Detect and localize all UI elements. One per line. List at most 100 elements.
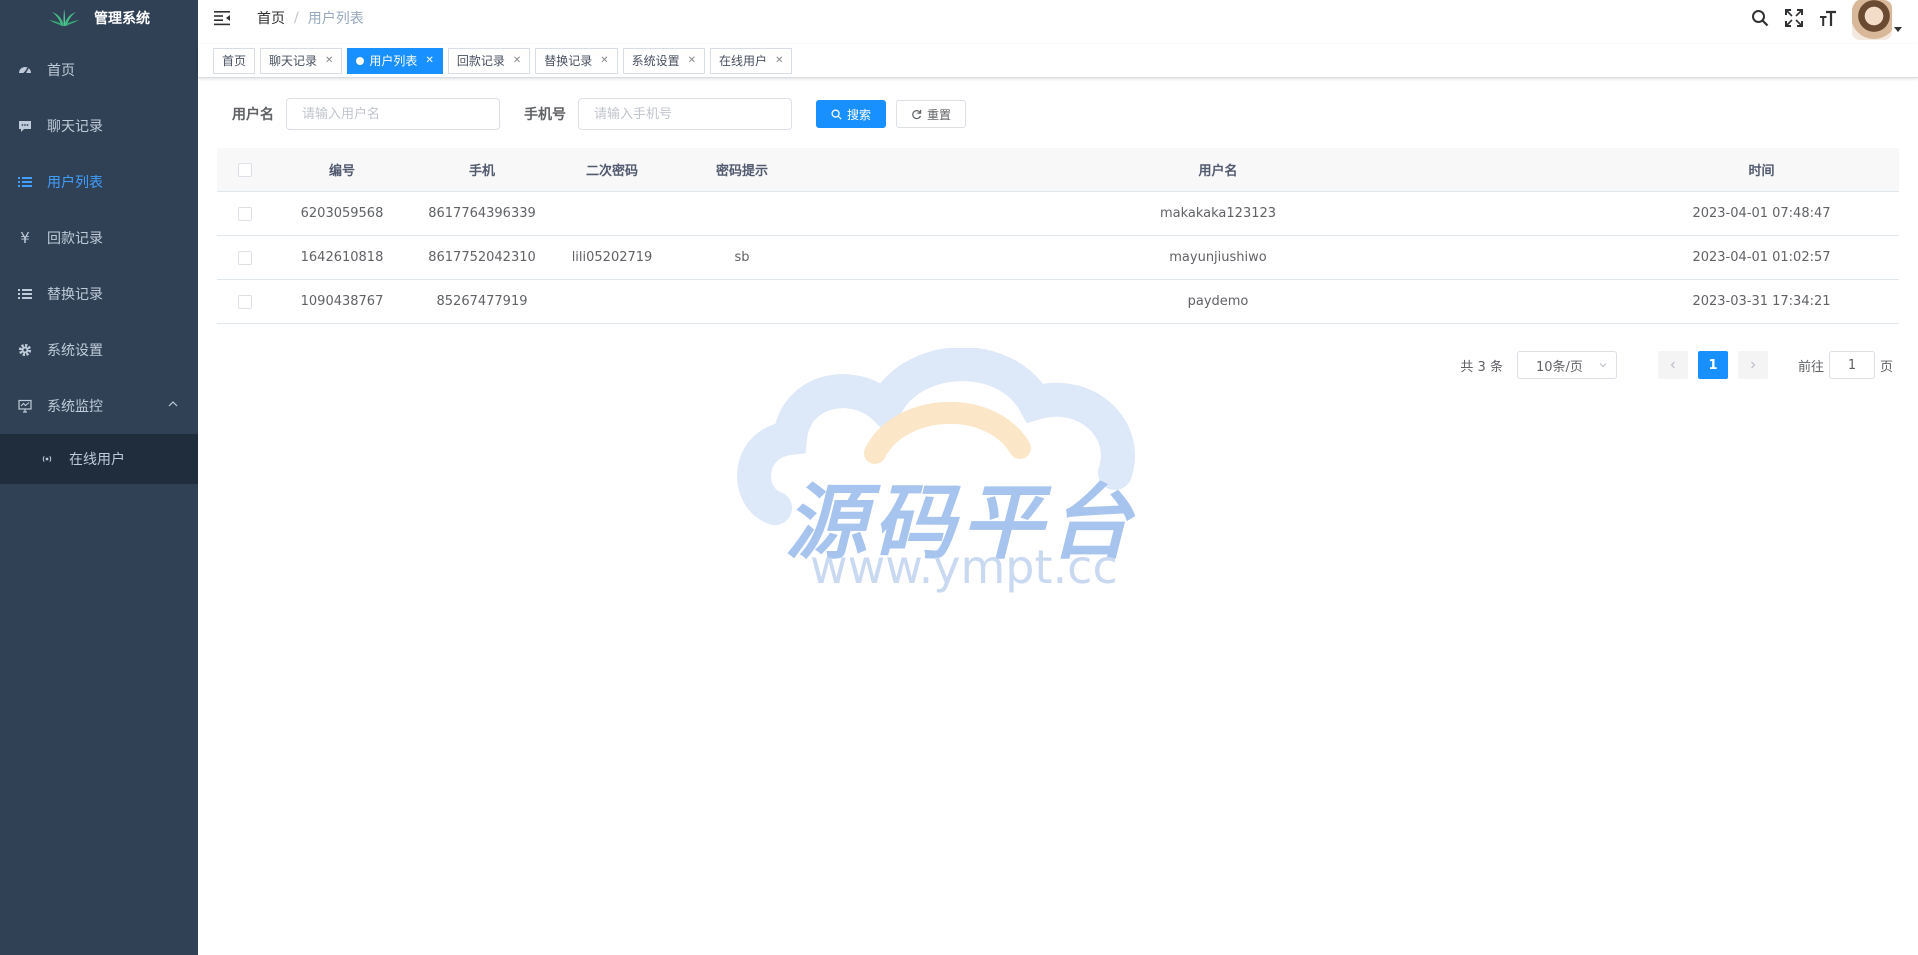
cloud-logo-icon: [737, 347, 1135, 525]
sidebar-item-replace-records[interactable]: 替换记录: [0, 266, 198, 322]
tag-chat-records[interactable]: 聊天记录 ✕: [260, 47, 343, 74]
cell-id: 6203059568: [300, 206, 384, 221]
search-icon[interactable]: [1750, 8, 1770, 28]
sidebar-item-label: 系统设置: [47, 343, 103, 359]
watermark-url: www.ympt.cc: [810, 540, 1118, 594]
row-checkbox-cell: [217, 250, 272, 265]
search-button[interactable]: 搜索: [816, 100, 887, 128]
refresh-icon: [912, 109, 922, 119]
goto-page-input[interactable]: [1828, 351, 1875, 379]
page-size-value: 10条/页: [1535, 359, 1583, 375]
sidebar-item-chat[interactable]: 聊天记录: [0, 98, 198, 154]
list-icon: [18, 287, 32, 301]
sidebar: 管理系统 首页 聊天记录 用户列表 ¥ 回款记录 替换记录 系统设置 系统监控 …: [0, 0, 198, 955]
cell-username: paydemo: [1187, 294, 1249, 309]
logo-icon: [49, 9, 79, 26]
table-row[interactable]: 1090438767 85267477919 paydemo 2023-03-3…: [217, 280, 1899, 324]
tag-payment-records[interactable]: 回款记录 ✕: [447, 47, 531, 74]
avatar[interactable]: [1852, 0, 1892, 40]
tag-label: 替换记录: [544, 53, 593, 68]
font-size-icon[interactable]: [1818, 8, 1838, 28]
list-icon: [18, 175, 32, 189]
user-table: 编号 手机 二次密码 密码提示 用户名 时间 6203059568 861776…: [217, 148, 1899, 324]
page-number-button[interactable]: 1: [1697, 351, 1728, 379]
column-header: 密码提示: [715, 164, 768, 179]
close-icon[interactable]: ✕: [425, 49, 433, 73]
pagination: 共 3 条 10条/页 1 前往 页: [1460, 351, 1893, 379]
tag-settings[interactable]: 系统设置 ✕: [622, 47, 706, 74]
tag-replace-records[interactable]: 替换记录 ✕: [535, 47, 618, 74]
tag-online-users[interactable]: 在线用户 ✕: [710, 47, 793, 74]
page-suffix: 页: [1879, 359, 1893, 375]
submenu-monitor: 在线用户: [0, 434, 198, 484]
username-input[interactable]: [286, 98, 500, 130]
cell-phone: 8617764396339: [428, 206, 536, 221]
table-header: 编号 手机 二次密码 密码提示 用户名 时间: [217, 148, 1899, 192]
sidebar-item-home[interactable]: 首页: [0, 42, 198, 98]
breadcrumb-home[interactable]: 首页: [257, 8, 285, 28]
logo-text: 管理系统: [94, 11, 150, 27]
cell-phone: 8617752042310: [428, 250, 536, 265]
phone-input[interactable]: [578, 98, 792, 130]
tag-label: 回款记录: [456, 53, 505, 68]
row-checkbox[interactable]: [237, 250, 252, 265]
breadcrumb: 首页 / 用户列表: [257, 8, 364, 28]
sidebar-item-label: 首页: [47, 63, 75, 79]
pagination-total: 共 3 条: [1460, 359, 1503, 375]
active-dot-icon: [356, 56, 365, 65]
row-checkbox[interactable]: [237, 206, 252, 221]
sidebar-item-label: 回款记录: [47, 231, 103, 247]
close-icon[interactable]: ✕: [775, 49, 783, 73]
watermark-title: 源码平台: [785, 476, 1137, 571]
fullscreen-icon[interactable]: [1784, 8, 1804, 28]
chevron-up-icon: [168, 401, 178, 407]
search-form: 用户名 手机号 搜索 重置: [232, 98, 967, 130]
close-icon[interactable]: ✕: [325, 49, 333, 73]
search-button-label: 搜索: [847, 107, 872, 122]
reset-button[interactable]: 重置: [896, 100, 967, 128]
cell-time: 2023-04-01 01:02:57: [1692, 250, 1831, 265]
goto-label: 前往: [1797, 359, 1824, 375]
page-size-select[interactable]: 10条/页: [1516, 351, 1617, 379]
row-checkbox[interactable]: [237, 294, 252, 309]
column-header: 手机: [468, 164, 495, 179]
sidebar-item-payment-records[interactable]: ¥ 回款记录: [0, 210, 198, 266]
logo[interactable]: 管理系统: [0, 0, 198, 36]
column-header: 二次密码: [585, 164, 638, 179]
tag-home[interactable]: 首页: [213, 47, 256, 74]
sidebar-item-monitor[interactable]: 系统监控: [0, 378, 198, 434]
sidebar-item-settings[interactable]: 系统设置: [0, 322, 198, 378]
tags-view: 首页 聊天记录 ✕ 用户列表 ✕ 回款记录 ✕ 替换记录 ✕ 系统设置 ✕ 在线…: [198, 44, 1918, 78]
watermark: 源码平台 www.ympt.cc: [735, 347, 1175, 598]
cell-username: makakaka123123: [1159, 206, 1277, 221]
right-menu: [1750, 0, 1918, 40]
sidebar-item-user-list[interactable]: 用户列表: [0, 154, 198, 210]
prev-page-button[interactable]: [1657, 351, 1688, 379]
row-checkbox-cell: [217, 294, 272, 309]
close-icon[interactable]: ✕: [600, 49, 608, 73]
tag-user-list[interactable]: 用户列表 ✕: [347, 47, 443, 74]
cell-id: 1090438767: [300, 294, 384, 309]
sidebar-item-label: 聊天记录: [47, 119, 103, 135]
close-icon[interactable]: ✕: [513, 49, 521, 73]
table-row[interactable]: 1642610818 8617752042310 lili05202719 sb…: [217, 236, 1899, 280]
chevron-right-icon: [1751, 361, 1756, 369]
table-row[interactable]: 6203059568 8617764396339 makakaka123123 …: [217, 192, 1899, 236]
page-jumper: 前往 页: [1798, 351, 1893, 379]
hamburger-icon[interactable]: [214, 9, 232, 27]
close-icon[interactable]: ✕: [688, 49, 696, 73]
gear-icon: [18, 343, 32, 357]
tag-label: 在线用户: [719, 53, 768, 68]
sidebar-item-label: 系统监控: [47, 399, 103, 415]
navbar: 首页 / 用户列表: [198, 0, 1918, 40]
next-page-button[interactable]: [1737, 351, 1768, 379]
breadcrumb-separator: /: [294, 10, 299, 26]
select-all-checkbox[interactable]: [237, 162, 252, 177]
cell-id: 1642610818: [300, 250, 384, 265]
sidebar-item-label: 替换记录: [47, 287, 103, 303]
monitor-icon: [18, 399, 32, 413]
dashboard-icon: [18, 63, 32, 77]
row-checkbox-cell: [217, 206, 272, 221]
sidebar-item-online-users[interactable]: 在线用户: [0, 434, 198, 484]
caret-down-icon[interactable]: [1894, 25, 1902, 33]
